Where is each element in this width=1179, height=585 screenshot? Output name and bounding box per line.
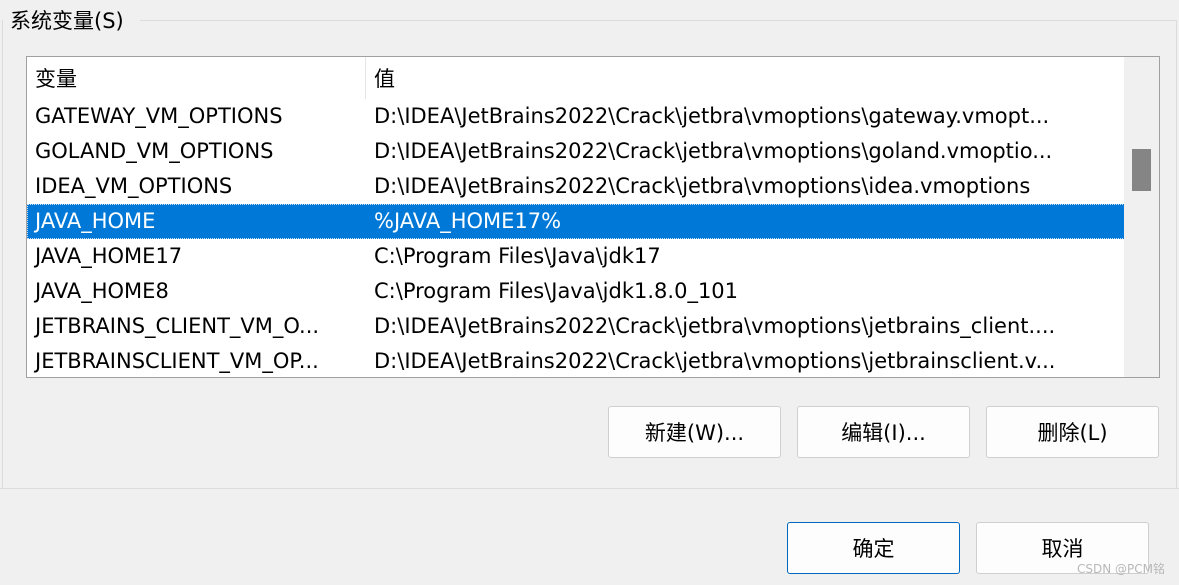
variable-name: JETBRAINSCLIENT_VM_OP... [35,349,319,373]
variable-name: GATEWAY_VM_OPTIONS [35,104,283,128]
list-rows: GATEWAY_VM_OPTIONS D:\IDEA\JetBrains2022… [27,99,1125,377]
watermark: CSDN @PCM铭 [1077,562,1165,576]
system-variables-group: 系统变量(S) 变量 值 GATEWAY_VM_OPTIONS D:\IDEA\… [0,0,1179,489]
group-title-line [140,20,1177,21]
variable-name: JAVA_HOME [35,209,156,233]
variable-value: C:\Program Files\Java\jdk17 [374,244,661,268]
group-title: 系统变量(S) [10,6,130,36]
variable-value: D:\IDEA\JetBrains2022\Crack\jetbra\vmopt… [374,349,1056,373]
table-row[interactable]: JETBRAINSCLIENT_VM_OP... D:\IDEA\JetBrai… [27,344,1125,377]
variable-name: IDEA_VM_OPTIONS [35,174,233,198]
variable-name: JAVA_HOME8 [35,279,169,303]
variable-value: D:\IDEA\JetBrains2022\Crack\jetbra\vmopt… [374,104,1050,128]
table-row[interactable]: GOLAND_VM_OPTIONS D:\IDEA\JetBrains2022\… [27,134,1125,169]
column-header-variable[interactable]: 变量 [27,57,366,99]
table-row[interactable]: JAVA_HOME17 C:\Program Files\Java\jdk17 [27,239,1125,274]
edit-button[interactable]: 编辑(I)... [797,406,970,458]
scrollbar-thumb[interactable] [1132,149,1151,191]
table-row[interactable]: JAVA_HOME8 C:\Program Files\Java\jdk1.8.… [27,274,1125,309]
table-row[interactable]: GATEWAY_VM_OPTIONS D:\IDEA\JetBrains2022… [27,99,1125,134]
new-button[interactable]: 新建(W)... [608,406,781,458]
delete-button[interactable]: 删除(L) [986,406,1159,458]
variable-value: D:\IDEA\JetBrains2022\Crack\jetbra\vmopt… [374,314,1056,338]
table-row[interactable]: IDEA_VM_OPTIONS D:\IDEA\JetBrains2022\Cr… [27,169,1125,204]
variable-value: %JAVA_HOME17% [374,209,562,233]
variable-name: JETBRAINS_CLIENT_VM_O... [35,314,320,338]
variable-value: C:\Program Files\Java\jdk1.8.0_101 [374,279,739,303]
variable-name: GOLAND_VM_OPTIONS [35,139,274,163]
vertical-scrollbar[interactable] [1124,57,1159,377]
variable-value: D:\IDEA\JetBrains2022\Crack\jetbra\vmopt… [374,174,1031,198]
variable-name: JAVA_HOME17 [35,244,183,268]
table-row-selected[interactable]: JAVA_HOME %JAVA_HOME17% [27,204,1125,239]
table-row[interactable]: JETBRAINS_CLIENT_VM_O... D:\IDEA\JetBrai… [27,309,1125,344]
ok-button[interactable]: 确定 [787,522,960,574]
column-header-value[interactable]: 值 [366,57,1124,99]
list-header: 变量 值 [27,57,1125,99]
variable-value: D:\IDEA\JetBrains2022\Crack\jetbra\vmopt… [374,139,1053,163]
variables-list[interactable]: 变量 值 GATEWAY_VM_OPTIONS D:\IDEA\JetBrain… [26,56,1160,378]
